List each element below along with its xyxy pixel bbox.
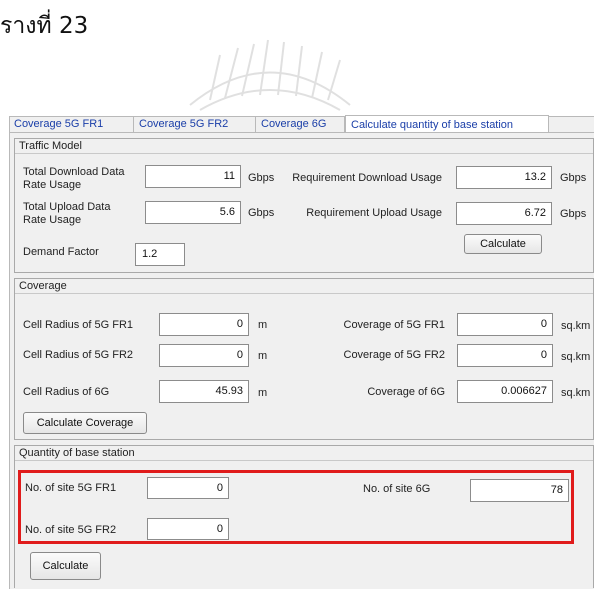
coverage-fr1-field[interactable]: 0 xyxy=(457,313,553,336)
tabbar-divider xyxy=(9,132,594,133)
radius-fr2-label: Cell Radius of 5G FR2 xyxy=(23,349,134,361)
coverage-6g-field[interactable]: 0.006627 xyxy=(457,380,553,403)
tab-coverage-6g[interactable]: Coverage 6G xyxy=(256,116,345,132)
tab-coverage-5g-fr1[interactable]: Coverage 5G FR1 xyxy=(9,116,134,132)
radius-fr2-field[interactable]: 0 xyxy=(159,344,249,367)
coverage-6g-label: Coverage of 6G xyxy=(367,386,445,398)
radius-6g-field[interactable]: 45.93 xyxy=(159,380,249,403)
calculate-quantity-button[interactable]: Calculate xyxy=(30,552,101,580)
coverage-fr2-field[interactable]: 0 xyxy=(457,344,553,367)
demand-factor-label: Demand Factor xyxy=(23,246,99,258)
panel-title: Quantity of base station xyxy=(15,446,593,461)
req-upload-label: Requirement Upload Usage xyxy=(306,207,442,219)
radius-fr1-field[interactable]: 0 xyxy=(159,313,249,336)
calculate-traffic-button[interactable]: Calculate xyxy=(464,234,542,254)
total-download-field[interactable]: 11 xyxy=(145,165,241,188)
req-download-field[interactable]: 13.2 xyxy=(456,166,552,189)
total-upload-field[interactable]: 5.6 xyxy=(145,201,241,224)
coverage-fr2-label: Coverage of 5G FR2 xyxy=(343,349,446,361)
unit-label: Gbps xyxy=(248,172,275,184)
req-download-label: Requirement Download Usage xyxy=(292,172,442,184)
req-upload-field[interactable]: 6.72 xyxy=(456,202,552,225)
panel-title: Coverage xyxy=(15,279,593,294)
tab-calculate-quantity[interactable]: Calculate quantity of base station xyxy=(345,115,549,133)
unit-label: sq.km xyxy=(561,351,591,363)
tab-coverage-5g-fr2[interactable]: Coverage 5G FR2 xyxy=(134,116,256,132)
unit-label: Gbps xyxy=(560,208,587,220)
coverage-fr1-label: Coverage of 5G FR1 xyxy=(343,319,446,331)
unit-label: m xyxy=(258,387,268,399)
unit-label: m xyxy=(258,319,268,331)
radius-6g-label: Cell Radius of 6G xyxy=(23,386,110,398)
demand-factor-field[interactable]: 1.2 xyxy=(135,243,185,266)
red-highlight-box xyxy=(18,470,574,544)
total-upload-label: Total Upload Data Rate Usage xyxy=(23,201,111,226)
unit-label: sq.km xyxy=(561,387,591,399)
document-heading: รางที่ 23 xyxy=(0,13,89,39)
unit-label: sq.km xyxy=(561,320,591,332)
calculate-coverage-button[interactable]: Calculate Coverage xyxy=(23,412,147,434)
unit-label: Gbps xyxy=(560,172,587,184)
panel-title: Traffic Model xyxy=(15,139,593,154)
radius-fr1-label: Cell Radius of 5G FR1 xyxy=(23,319,134,331)
unit-label: Gbps xyxy=(248,207,275,219)
unit-label: m xyxy=(258,350,268,362)
total-download-label: Total Download Data Rate Usage xyxy=(23,166,125,191)
